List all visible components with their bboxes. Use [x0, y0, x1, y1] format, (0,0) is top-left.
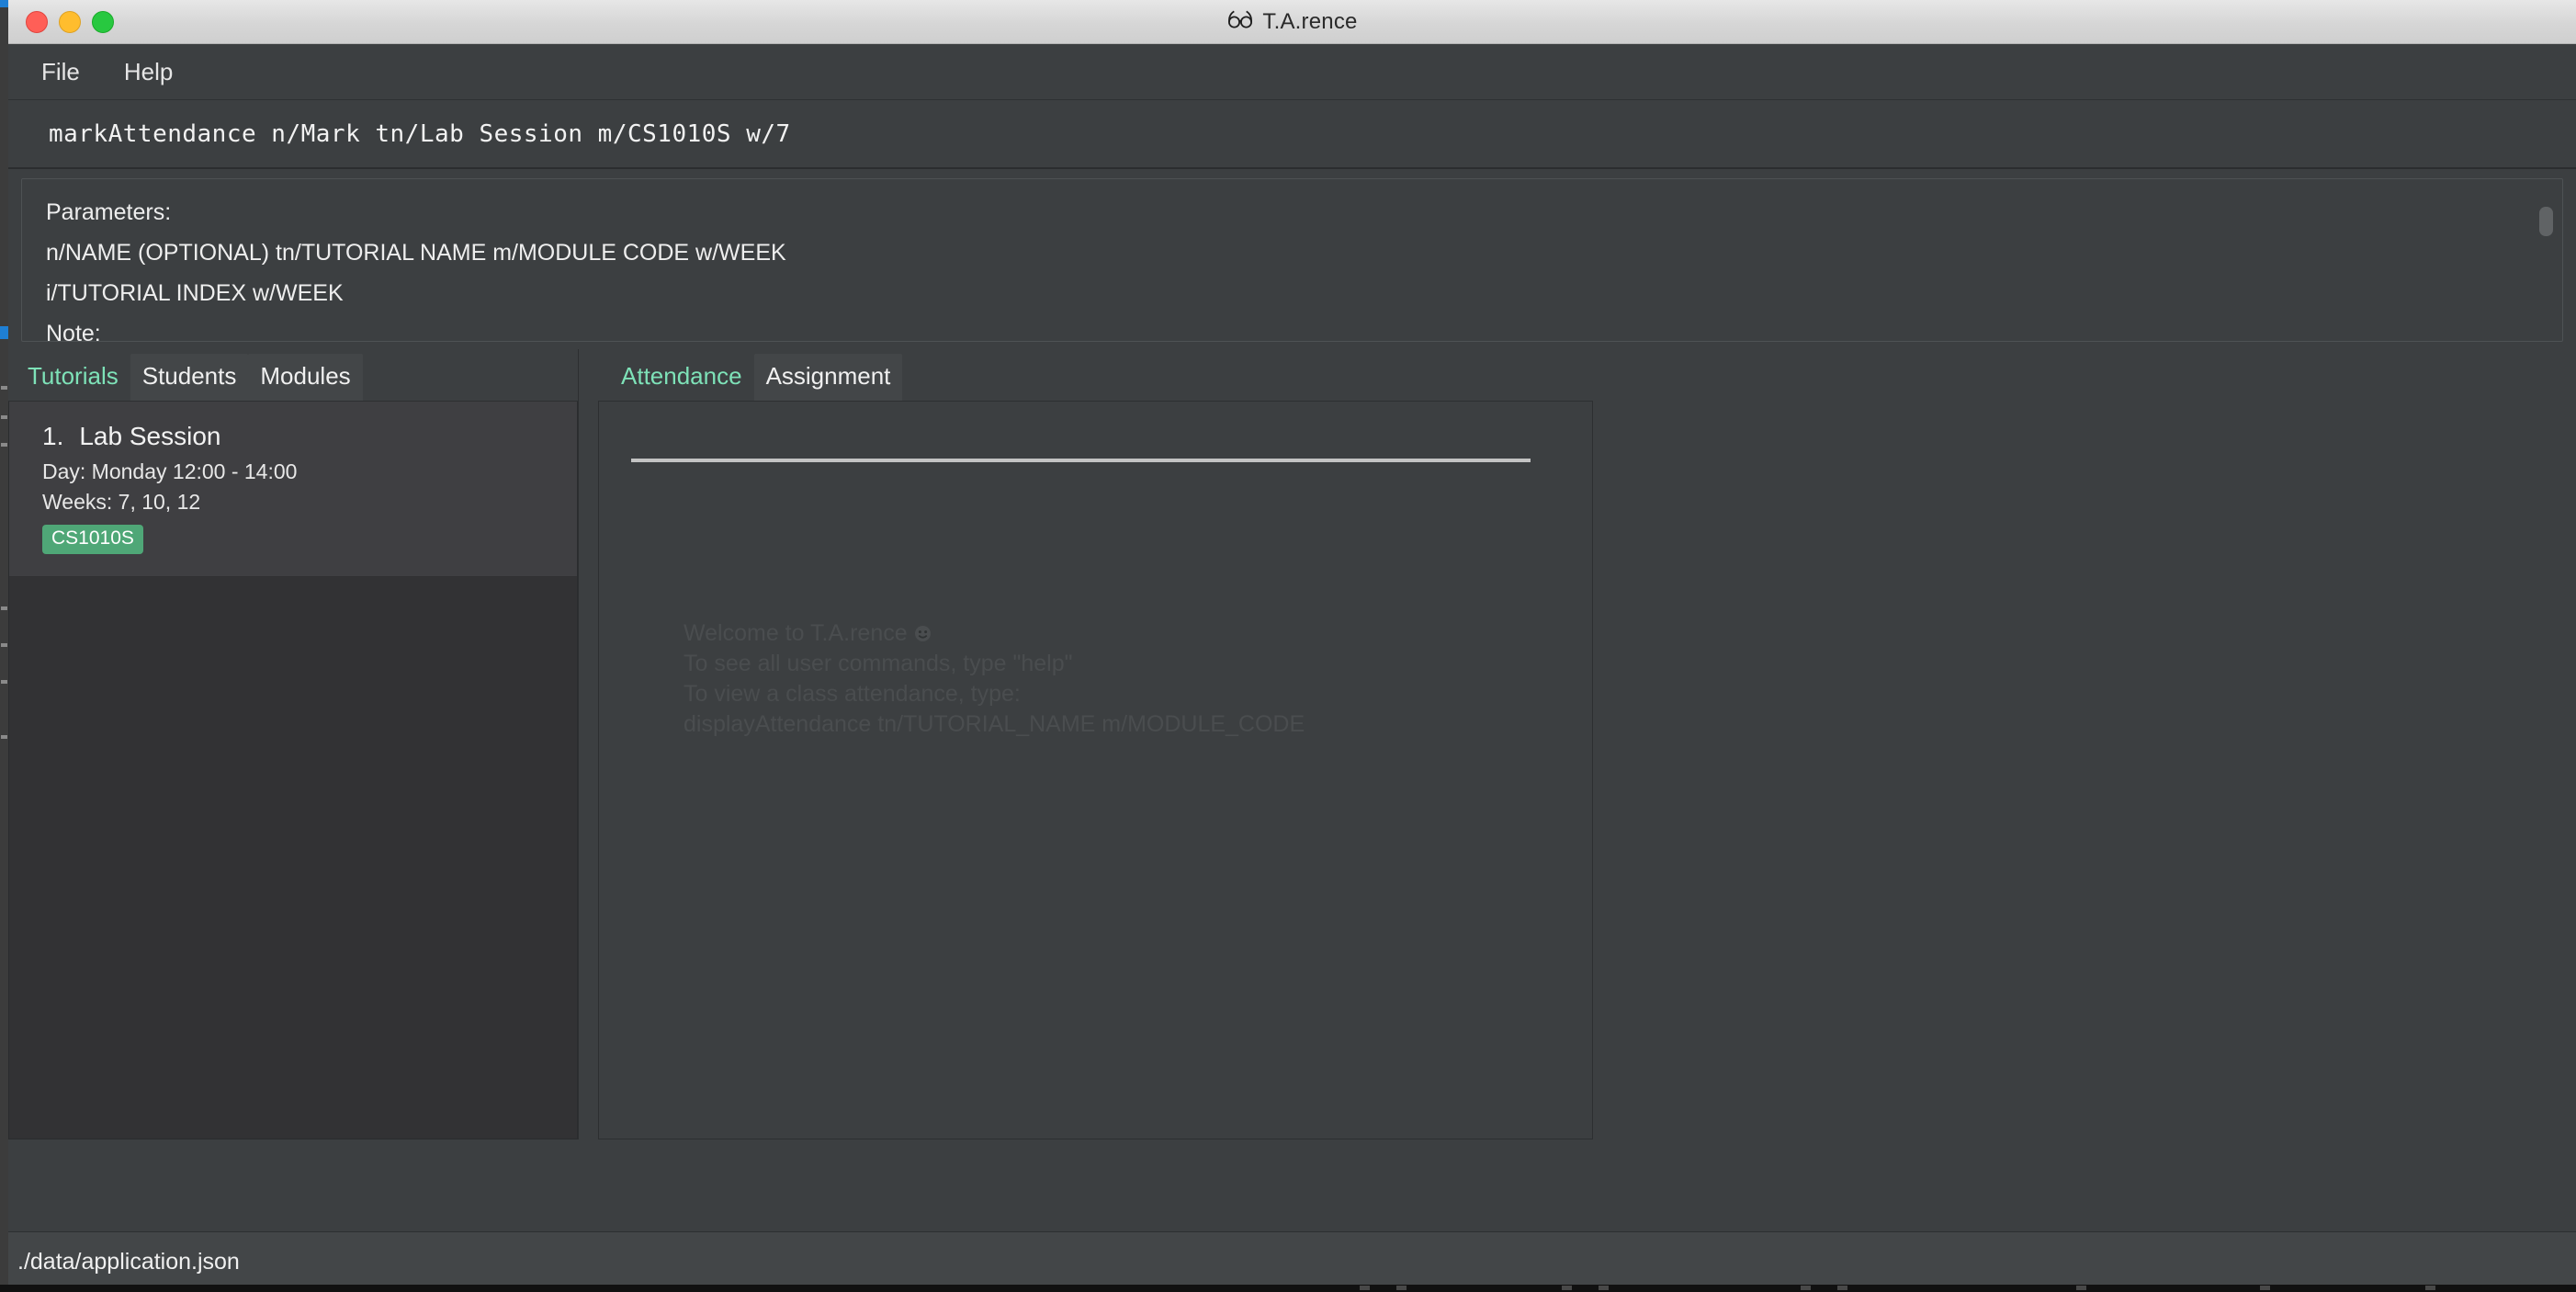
tab-tutorials[interactable]: Tutorials [16, 354, 130, 401]
menu-item-file[interactable]: File [36, 54, 85, 90]
module-tag: CS1010S [42, 525, 143, 554]
welcome-message: Welcome to T.A.rence To see all user com… [684, 618, 1305, 740]
welcome-line: displayAttendance tn/TUTORIAL_NAME m/MOD… [684, 711, 1305, 737]
strip-marker [2425, 1286, 2435, 1290]
strip-marker [1801, 1286, 1811, 1290]
welcome-line: To see all user commands, type "help" [684, 651, 1073, 676]
background-window-tick [1, 735, 7, 739]
result-line: Note: [46, 321, 101, 342]
sidebar-panel: Tutorials Students Modules 1. Lab Sessio… [8, 349, 579, 1139]
list-item-title-row: 1. Lab Session [42, 422, 577, 451]
background-window-tick [1, 643, 7, 647]
tab-attendance[interactable]: Attendance [609, 354, 754, 401]
result-line: n/NAME (OPTIONAL) tn/TUTORIAL NAME m/MOD… [46, 240, 786, 266]
result-display: Parameters: n/NAME (OPTIONAL) tn/TUTORIA… [21, 178, 2563, 342]
panel-separator [631, 459, 1531, 462]
strip-marker [1360, 1286, 1370, 1290]
strip-marker [1837, 1286, 1847, 1290]
center-tab-bar: Attendance Assignment [598, 349, 1593, 401]
tutorial-list[interactable]: 1. Lab Session Day: Monday 12:00 - 14:00… [8, 402, 578, 1139]
welcome-line: Welcome to T.A.rence [684, 618, 1305, 649]
result-scrollbar[interactable] [2538, 187, 2554, 334]
screen-bottom-strip [0, 1285, 2576, 1292]
smiley-face-icon [914, 620, 932, 641]
status-bar-path: ./data/application.json [17, 1249, 240, 1275]
list-item-weeks: Weeks: 7, 10, 12 [42, 490, 201, 514]
background-window-tick [1, 606, 7, 610]
window-title: T.A.rence [1262, 8, 1358, 34]
welcome-line: To view a class attendance, type: [684, 681, 1021, 707]
list-item-name: Lab Session [79, 422, 221, 450]
tab-modules[interactable]: Modules [248, 354, 363, 401]
background-window-accent-mid [0, 326, 8, 339]
application-window: T.A.rence File Help Parameters: n/NAME (… [8, 0, 2576, 1292]
strip-marker [2260, 1286, 2270, 1290]
center-panel: Attendance Assignment Welcome to T.A.ren… [598, 349, 1593, 1139]
strip-marker [1599, 1286, 1609, 1290]
window-title-group: T.A.rence [8, 9, 2576, 35]
status-bar: ./data/application.json [8, 1231, 2576, 1292]
result-line: Parameters: [46, 199, 172, 225]
split-divider[interactable] [579, 349, 598, 1139]
desktop-background: T.A.rence File Help Parameters: n/NAME (… [0, 0, 2576, 1292]
command-box[interactable] [8, 100, 2576, 169]
background-window-tick [1, 386, 7, 390]
strip-marker [1562, 1286, 1572, 1290]
tab-students[interactable]: Students [130, 354, 249, 401]
background-window-tick [1, 680, 7, 684]
right-empty-area [1593, 349, 2576, 1139]
list-item-day: Day: Monday 12:00 - 14:00 [42, 459, 298, 483]
window-titlebar: T.A.rence [8, 0, 2576, 44]
background-window-tick [1, 443, 7, 447]
strip-marker [1396, 1286, 1407, 1290]
background-window-tick [1, 415, 7, 419]
menu-item-help[interactable]: Help [119, 54, 178, 90]
list-item-index: 1. [42, 422, 64, 450]
glasses-icon [1226, 10, 1254, 33]
welcome-line-text: Welcome to T.A.rence [684, 620, 908, 646]
menu-bar: File Help [8, 44, 2576, 100]
command-input[interactable] [47, 119, 2479, 149]
main-content-area: Tutorials Students Modules 1. Lab Sessio… [8, 349, 2576, 1139]
background-window-accent-top [0, 0, 8, 7]
list-item-tags: CS1010S [42, 525, 577, 554]
sidebar-tab-bar: Tutorials Students Modules [8, 349, 578, 402]
list-item[interactable]: 1. Lab Session Day: Monday 12:00 - 14:00… [9, 402, 577, 577]
result-line: i/TUTORIAL INDEX w/WEEK [46, 280, 344, 306]
tab-assignment[interactable]: Assignment [753, 354, 903, 401]
result-scrollbar-thumb[interactable] [2539, 207, 2553, 236]
attendance-panel: Welcome to T.A.rence To see all user com… [598, 401, 1593, 1139]
strip-marker [2076, 1286, 2086, 1290]
result-display-wrapper: Parameters: n/NAME (OPTIONAL) tn/TUTORIA… [8, 169, 2576, 349]
